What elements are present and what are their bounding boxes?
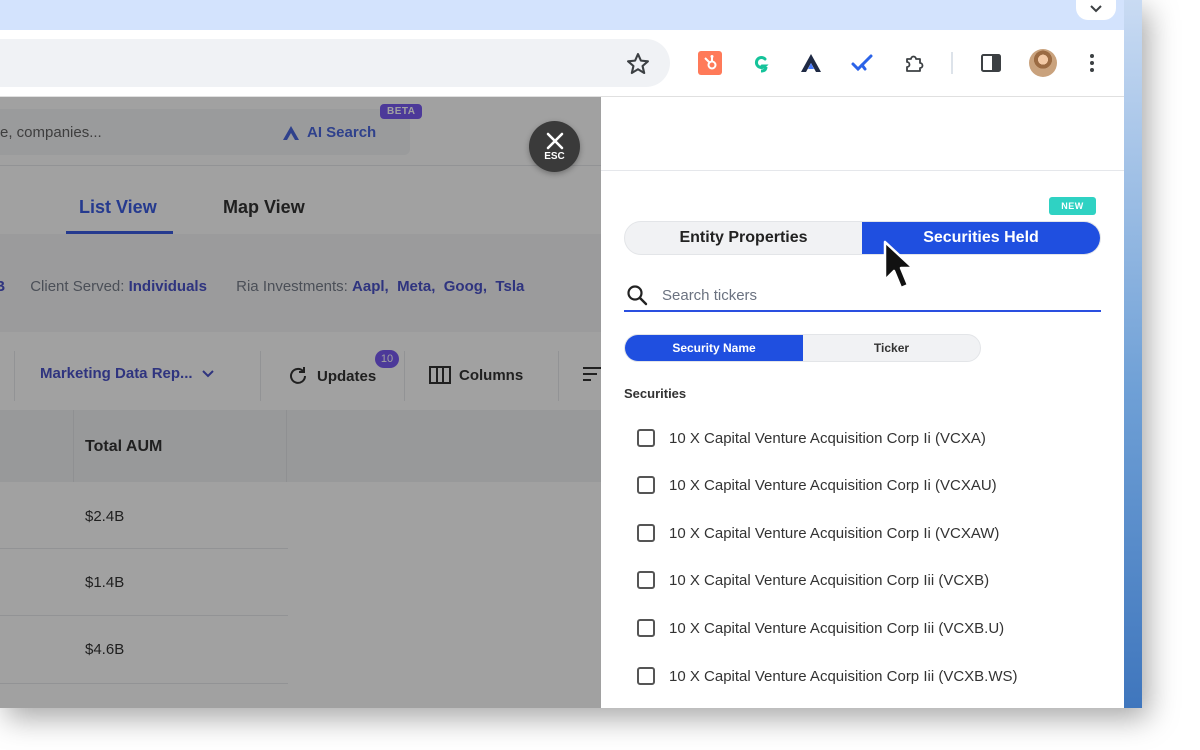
security-name: 10 X Capital Venture Acquisition Corp Ii… (669, 571, 990, 589)
divider (601, 170, 1124, 171)
search-icon (627, 285, 648, 306)
securities-panel: NEW Entity Properties Securities Held Se… (601, 97, 1124, 708)
puzzle-icon[interactable] (900, 49, 928, 77)
checkbox[interactable] (637, 429, 655, 447)
security-item[interactable]: 10 X Capital Venture Acquisition Corp Ii… (637, 662, 1018, 690)
hubspot-icon[interactable] (696, 49, 724, 77)
checkbox[interactable] (637, 667, 655, 685)
toolbar-separator (951, 52, 953, 74)
new-badge: NEW (1049, 197, 1096, 215)
bookmark-star-icon[interactable] (624, 50, 652, 78)
sort-ticker[interactable]: Ticker (803, 335, 980, 361)
securities-section-title: Securities (624, 386, 687, 401)
address-bar[interactable] (0, 39, 670, 87)
sort-security-name[interactable]: Security Name (625, 335, 803, 361)
security-name: 10 X Capital Venture Acquisition Corp Ii… (669, 667, 1018, 685)
ticker-search (624, 280, 1101, 312)
security-name: 10 X Capital Venture Acquisition Corp Ii… (669, 524, 1000, 542)
tab-search-button[interactable] (1076, 0, 1116, 20)
check-icon[interactable] (848, 49, 876, 77)
security-item[interactable]: 10 X Capital Venture Acquisition Corp Ii… (637, 614, 1004, 642)
tenor-icon[interactable] (797, 49, 825, 77)
browser-toolbar (0, 30, 1124, 97)
profile-avatar[interactable] (1029, 49, 1057, 77)
window-edge (1124, 0, 1142, 708)
security-item[interactable]: 10 X Capital Venture Acquisition Corp Ii… (637, 566, 989, 594)
checkbox[interactable] (637, 524, 655, 542)
sort-switch: Security Name Ticker (624, 334, 981, 362)
esc-label: ESC (544, 150, 565, 162)
close-button[interactable]: ESC (529, 121, 580, 172)
ticker-search-input[interactable] (660, 282, 1094, 308)
modal-backdrop[interactable] (0, 97, 601, 708)
tab-strip (0, 0, 1124, 30)
chevron-down-icon (1090, 5, 1102, 13)
browser-window: e, companies... AI Search BETA List View… (0, 0, 1142, 708)
security-name: 10 X Capital Venture Acquisition Corp Ii… (669, 476, 997, 494)
mouse-pointer-icon (883, 240, 915, 290)
checkbox[interactable] (637, 476, 655, 494)
close-icon (546, 132, 563, 149)
security-name: 10 X Capital Venture Acquisition Corp Ii… (669, 429, 986, 447)
security-item[interactable]: 10 X Capital Venture Acquisition Corp Ii… (637, 424, 986, 452)
more-menu-icon[interactable] (1082, 49, 1102, 77)
security-name: 10 X Capital Venture Acquisition Corp Ii… (669, 619, 1005, 637)
panel-tab-switch: Entity Properties Securities Held (624, 221, 1101, 255)
security-item[interactable]: 10 X Capital Venture Acquisition Corp Ii… (637, 471, 997, 499)
security-item[interactable]: 10 X Capital Venture Acquisition Corp Ii… (637, 519, 999, 547)
side-panel-icon[interactable] (977, 49, 1005, 77)
checkbox[interactable] (637, 571, 655, 589)
checkbox[interactable] (637, 619, 655, 637)
tab-entity-properties[interactable]: Entity Properties (625, 222, 862, 254)
grammarly-icon[interactable] (747, 49, 775, 77)
